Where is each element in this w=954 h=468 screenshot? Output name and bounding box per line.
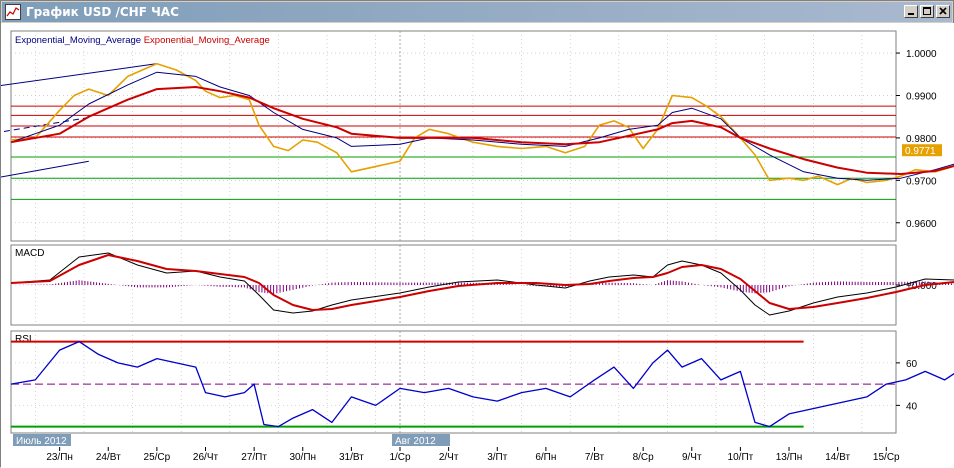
macd-label: MACD [15,248,44,259]
month-label: Июль 2012 [16,436,67,447]
rsi-panel: 60 40 RSI [10,330,954,434]
minimize-button[interactable] [904,5,918,18]
y-tick-label: 0.9900 [906,91,937,102]
x-tick-label: 24/Вт [96,452,121,463]
title-bar[interactable]: График USD /CHF ЧАС [2,2,952,22]
chart-icon [5,4,21,20]
x-tick-label: 7/Вт [585,452,605,463]
legend-ema-slow: Exponential_Moving_Average [144,35,270,46]
month-label: Авг 2012 [395,436,436,447]
x-tick-label: 8/Ср [633,452,655,463]
x-tick-label: 26/Чт [193,452,219,463]
x-tick-label: 10/Пт [728,452,754,463]
chart-area: 1.0000 0.9900 0.9800 0.9700 0.9600 Exponentia… [1,23,954,468]
legend: Exponential_Moving_Average Exponential_M… [15,35,270,46]
y-tick-label: 1.0000 [906,49,937,60]
panel-frame [10,330,897,434]
chart-svg: 1.0000 0.9900 0.9800 0.9700 0.9600 Exponentia… [1,23,954,468]
x-tick-label: 14/Вт [825,452,850,463]
macd-panel: +0.000MACD [10,244,954,326]
y-tick-label: 0.9600 [906,219,937,230]
x-tick-label: 13/Пн [776,452,803,463]
y-tick-label: 0.9700 [906,176,937,187]
minimize-icon [908,13,914,15]
y-tick-label: 40 [906,401,918,412]
close-icon [939,7,947,15]
y-tick-label: 0.9800 [906,134,937,145]
x-tick-label: 15/Ср [873,452,900,463]
current-price-label: 0.9771 [905,146,936,157]
x-tick-label: 1/Ср [389,452,411,463]
rsi-label: RSI [15,334,32,345]
window-title: График USD /CHF ЧАС [26,5,179,19]
x-tick-label: 2/Чт [439,452,459,463]
x-tick-label: 3/Пт [487,452,508,463]
x-tick-label: 27/Пт [241,452,267,463]
price-panel: 1.0000 0.9900 0.9800 0.9700 0.9600 Exponentia… [1,30,954,242]
close-button[interactable] [936,5,950,18]
y-tick-label: 60 [906,359,918,370]
x-tick-label: 6/Пн [535,452,556,463]
x-tick-label: 9/Чт [682,452,702,463]
x-tick-label: 23/Пн [46,452,73,463]
maximize-button[interactable] [920,5,934,18]
x-tick-label: 30/Пн [289,452,316,463]
chart-window: График USD /CHF ЧАС 1.0000 0.9900 0.9800 0.… [0,0,954,468]
x-tick-label: 31/Вт [339,452,364,463]
legend-ema-fast: Exponential_Moving_Average [15,35,144,46]
x-tick-label: 25/Ср [144,452,171,463]
